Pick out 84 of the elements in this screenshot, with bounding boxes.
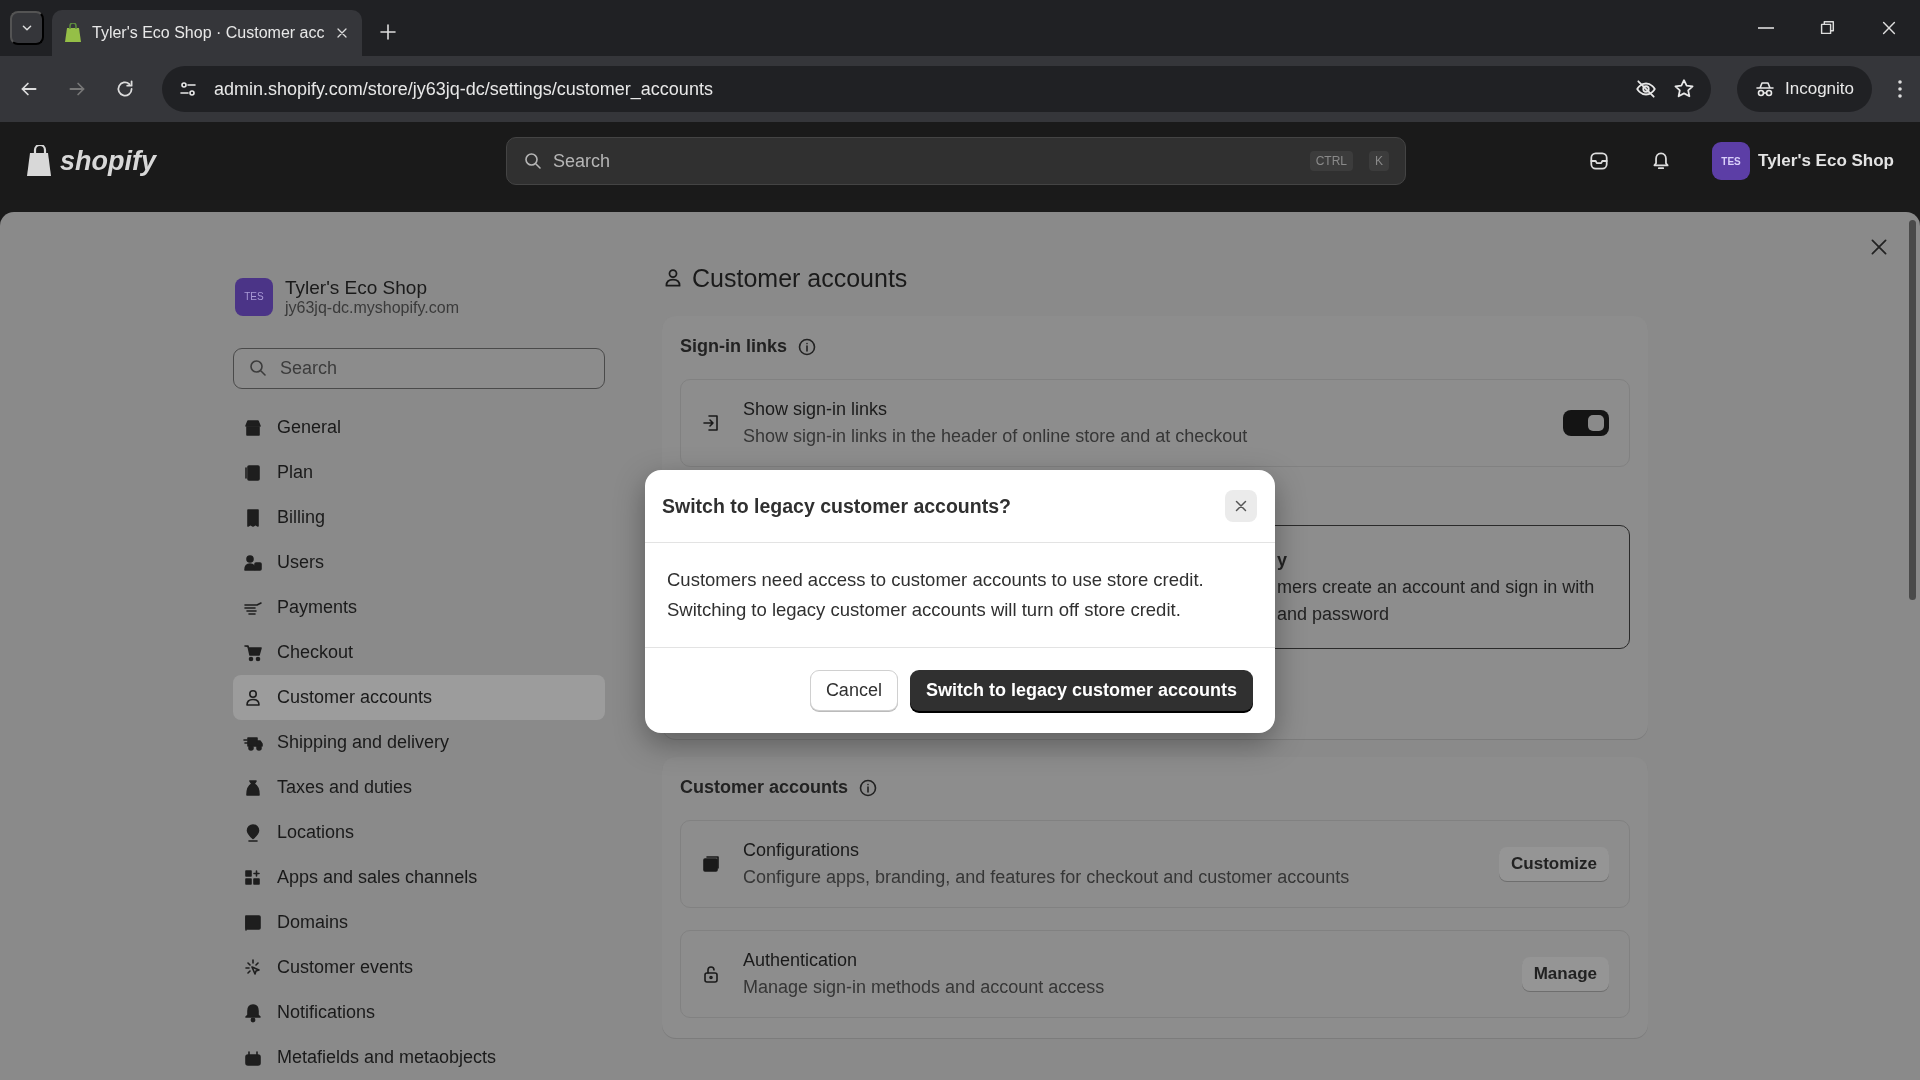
settings-search-field[interactable]: Search <box>233 347 605 389</box>
option-description: and password <box>1277 603 1391 625</box>
page-title: Customer accounts <box>692 263 908 293</box>
dialog-message: Switching to legacy customer accounts will turn off store credit. <box>667 599 1182 621</box>
toggle-switch[interactable] <box>1563 410 1609 436</box>
section-heading: Sign-in links <box>680 336 787 357</box>
inbox-icon <box>1588 150 1610 172</box>
sidebar-item[interactable]: Locations <box>233 810 605 855</box>
scrollbar[interactable] <box>1909 220 1916 600</box>
shopping-bag-icon <box>26 145 54 177</box>
url-text: admin.shopify.com/store/jy63jq-dc/settings/customer_accounts <box>214 78 714 100</box>
setting-title: Show sign-in links <box>743 399 889 420</box>
site-settings-icon <box>178 79 198 99</box>
cancel-button[interactable]: Cancel <box>809 670 898 711</box>
sidebar-item[interactable]: Billing <box>233 495 605 540</box>
sidebar-item[interactable]: Shipping and delivery <box>233 720 605 765</box>
dialog-title: Switch to legacy customer accounts? <box>662 494 1011 518</box>
new-tab-button[interactable] <box>378 22 398 42</box>
search-icon <box>523 151 543 171</box>
inbox-button[interactable] <box>1588 150 1610 172</box>
sidebar-item[interactable]: General <box>233 405 605 450</box>
option-title: y <box>1277 549 1288 571</box>
browser-tab[interactable]: Tyler's Eco Shop · Customer acc <box>52 10 362 56</box>
sidebar-item[interactable]: Customer accounts <box>233 675 605 720</box>
store-menu-button[interactable]: TES Tyler's Eco Shop <box>1712 142 1894 180</box>
incognito-icon <box>1755 79 1775 99</box>
store-domain: jy63jq-dc.myshopify.com <box>285 298 459 317</box>
apps-icon <box>243 867 263 888</box>
action-button[interactable]: Manage <box>1521 957 1609 991</box>
option-description: mers create an account and sign in with <box>1277 576 1596 598</box>
sparkle-icon <box>243 957 263 978</box>
document-icon <box>243 462 263 483</box>
shortcut-key: K <box>1369 151 1389 171</box>
address-bar[interactable]: admin.shopify.com/store/jy63jq-dc/settings/customer_accounts <box>162 66 1711 112</box>
sidebar-item[interactable]: Plan <box>233 450 605 495</box>
users-icon <box>243 552 263 573</box>
setting-description: Configure apps, branding, and features for checkout and customer accounts <box>743 867 1351 888</box>
tax-icon <box>243 777 263 798</box>
logo-text: shopify <box>60 145 156 177</box>
minimize-icon <box>1758 27 1774 29</box>
sidebar-item[interactable]: Checkout <box>233 630 605 675</box>
bell-icon <box>243 1002 263 1023</box>
incognito-button[interactable]: Incognito <box>1737 66 1872 112</box>
setting-description: Show sign-in links in the header of online store and at checkout <box>743 426 1249 447</box>
setting-description: Manage sign-in methods and account access <box>743 977 1106 998</box>
shortcut-key: CTRL <box>1309 151 1353 171</box>
sidebar-item[interactable]: Customer events <box>233 945 605 990</box>
plus-icon <box>378 22 398 42</box>
sidebar-item[interactable]: Metafields and metaobjects <box>233 1035 605 1080</box>
shopping-bag-icon <box>64 23 82 43</box>
person-icon <box>243 687 263 708</box>
store-avatar: TES <box>235 277 273 316</box>
search-icon <box>248 358 268 379</box>
tab-list-button[interactable] <box>10 11 44 45</box>
sidebar-item[interactable]: Taxes and duties <box>233 765 605 810</box>
sign-in-icon <box>701 413 721 433</box>
close-icon <box>1880 19 1898 37</box>
sidebar-item[interactable]: Domains <box>233 900 605 945</box>
sidebar-item[interactable]: Notifications <box>233 990 605 1035</box>
sidebar-item[interactable]: Payments <box>233 585 605 630</box>
confirm-button[interactable]: Switch to legacy customer accounts <box>909 670 1253 711</box>
restore-icon <box>1818 19 1836 37</box>
sidebar-item[interactable]: Apps and sales channels <box>233 855 605 900</box>
star-icon <box>1673 78 1695 100</box>
eye-off-icon <box>1635 78 1657 100</box>
menu-button[interactable] <box>1898 80 1902 98</box>
action-button[interactable]: Customize <box>1499 847 1609 881</box>
cart-icon <box>243 642 263 663</box>
section-heading: Customer accounts <box>680 777 849 798</box>
dialog-close-button[interactable] <box>1225 490 1257 522</box>
setting-title: Authentication <box>743 950 859 971</box>
lock-icon <box>701 964 721 984</box>
info-icon <box>858 777 879 798</box>
dialog-message: Customers need access to customer accounts to use store credit. <box>667 569 1205 591</box>
restore-button[interactable] <box>1818 19 1836 37</box>
tab-title: Tyler's Eco Shop · Customer acc <box>92 24 324 42</box>
search-field[interactable]: Search CTRL K <box>506 137 1406 185</box>
store-icon <box>243 417 263 438</box>
close-window-button[interactable] <box>1880 19 1898 37</box>
info-icon <box>797 336 817 357</box>
setting-title: Configurations <box>743 840 861 861</box>
more-icon <box>1898 80 1902 98</box>
sidebar-item[interactable]: Users <box>233 540 605 585</box>
store-name: Tyler's Eco Shop <box>285 276 428 299</box>
